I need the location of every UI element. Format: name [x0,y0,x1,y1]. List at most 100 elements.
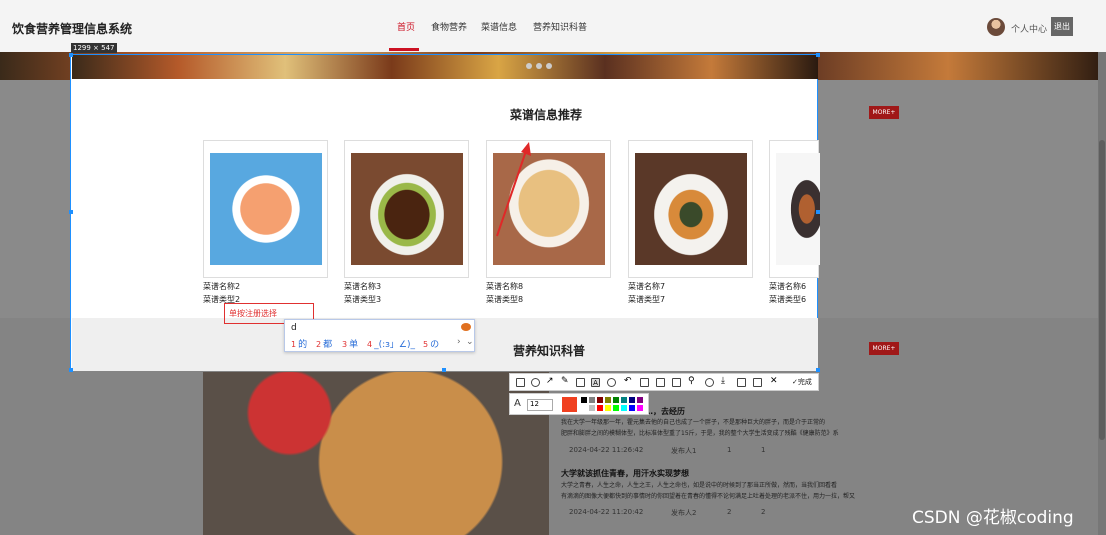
resize-handle[interactable] [816,53,820,57]
resize-handle[interactable] [69,53,73,57]
article-title[interactable]: 大学就该抓住青春，用汗水实现梦想 [561,468,689,479]
nav-recipes[interactable]: 菜谱信息 [481,20,517,33]
top-navbar: 饮食营养管理信息系统 首页 食物营养 菜谱信息 营养知识科普 个人中心 退出 [0,0,1106,52]
color-swatch[interactable] [629,405,635,411]
recipe-card[interactable] [203,140,328,278]
shrimp-dish-photo [210,153,322,265]
recipe-type: 菜谱类型7 [628,295,666,304]
soup-dish-photo [635,153,747,265]
recipe-name[interactable]: 菜谱名称2 [203,281,240,292]
carousel-dot[interactable] [536,63,542,69]
color-swatch[interactable] [613,405,619,411]
article-comments: 2 [761,508,766,516]
font-size-select[interactable]: 12 [527,399,553,411]
recipe-type: 菜谱类型6 [769,295,807,304]
ime-candidate[interactable]: 5の [423,337,439,350]
knowledge-section-title: 营养知识科普 [513,344,586,358]
article-author: 发布人1 [671,447,697,455]
undo-icon[interactable]: ↶ [624,376,633,386]
nav-home[interactable]: 首页 [397,20,415,33]
capture-size-label: 1299 × 547 [71,43,117,53]
color-swatch[interactable] [597,397,603,403]
site-title: 饮食营养管理信息系统 [12,22,133,36]
article-likes: 1 [727,446,732,454]
annotation-arrow-icon[interactable] [491,140,536,240]
color-swatch[interactable] [621,397,627,403]
translate-icon[interactable] [672,378,681,387]
save-image-icon[interactable] [640,378,649,387]
text-icon[interactable]: A [591,378,600,387]
rectangle-icon[interactable] [516,378,525,387]
recipe-card[interactable] [769,140,820,278]
color-swatch[interactable] [589,405,595,411]
article-comments: 1 [761,446,766,454]
arrow-icon[interactable]: ↗ [546,376,555,386]
mosaic-icon[interactable] [576,378,585,387]
banner-image [72,55,818,79]
active-nav-underline [389,48,419,51]
knowledge-photo [203,372,549,535]
recipe-card[interactable] [344,140,469,278]
carousel-dot[interactable] [526,63,532,69]
bookmark-icon[interactable] [753,378,762,387]
article-title[interactable]: …，去经历 [645,406,685,417]
ime-candidate[interactable]: 4 _(:з」∠)_ [367,337,415,350]
ime-candidate[interactable]: 2都 [316,337,332,350]
scrollbar-thumb[interactable] [1099,140,1105,440]
record-icon[interactable] [705,378,714,387]
close-icon[interactable]: ✕ [770,376,779,386]
color-swatch[interactable] [581,397,587,403]
color-swatch[interactable] [581,405,587,411]
recipe-name[interactable]: 菜谱名称3 [344,281,381,292]
current-color-swatch[interactable] [562,397,577,412]
recipe-name[interactable]: 菜谱名称8 [486,281,523,292]
article-author: 发布人2 [671,509,697,517]
ime-candidate[interactable]: 1的 [291,337,307,350]
logout-button[interactable]: 退出 [1051,17,1073,36]
resize-handle[interactable] [69,368,73,372]
font-icon: A [514,398,521,409]
nav-food-nutrition[interactable]: 食物营养 [431,20,467,33]
color-swatch[interactable] [605,397,611,403]
ime-next-page-icon[interactable]: › [457,337,461,347]
knowledge-more-button[interactable]: MORE+ [869,342,899,355]
resize-handle[interactable] [816,368,820,372]
user-center-link[interactable]: 个人中心 [1011,22,1047,35]
ocr-icon[interactable] [656,378,665,387]
article-summary: 我在大学一年级那一年，霍元集去他的自己也成了一个胖子，不是那种巨大的胖子，而是介… [561,419,826,426]
color-swatch[interactable] [613,397,619,403]
color-swatch[interactable] [637,397,643,403]
phone-icon[interactable] [737,378,746,387]
number-icon[interactable] [607,378,616,387]
color-swatch[interactable] [589,397,595,403]
resize-handle[interactable] [442,368,446,372]
ime-typed-text: d [291,323,297,333]
braised-pork-dish-photo [351,153,463,265]
circle-icon[interactable] [531,378,540,387]
download-icon[interactable]: ⤓ [721,376,730,386]
recipe-type: 菜谱类型8 [486,295,524,304]
ime-candidate[interactable]: 3单 [342,337,358,350]
color-swatch[interactable] [605,405,611,411]
avatar[interactable] [987,18,1005,36]
pen-icon[interactable]: ✎ [561,376,570,386]
resize-handle[interactable] [69,210,73,214]
recipes-more-button[interactable]: MORE+ [869,106,899,119]
recipe-name[interactable]: 菜谱名称7 [628,281,665,292]
color-swatch[interactable] [621,405,627,411]
recipe-card[interactable] [628,140,753,278]
ime-expand-icon[interactable]: ⌄ [466,337,474,347]
ime-candidate-window: d 1的 2都 3单 4 _(:з」∠)_ 5の › ⌄ [284,319,475,352]
article-date: 2024-04-22 11:26:42 [569,446,644,454]
color-swatch[interactable] [629,397,635,403]
pin-icon[interactable]: ⚲ [688,376,697,386]
nav-nutrition-knowledge[interactable]: 营养知识科普 [533,20,587,33]
resize-handle[interactable] [816,210,820,214]
recipe-name[interactable]: 菜谱名称6 [769,281,806,292]
carousel-dot[interactable] [546,63,552,69]
article-summary: 大学之青春，人生之命，人生之王，人生之命也，如是说中的时候到了那当正所做，然而，… [561,482,838,489]
article-date: 2024-04-22 11:20:42 [569,508,644,516]
color-swatch[interactable] [597,405,603,411]
done-button[interactable]: ✓完成 [792,377,812,387]
color-swatch[interactable] [637,405,643,411]
